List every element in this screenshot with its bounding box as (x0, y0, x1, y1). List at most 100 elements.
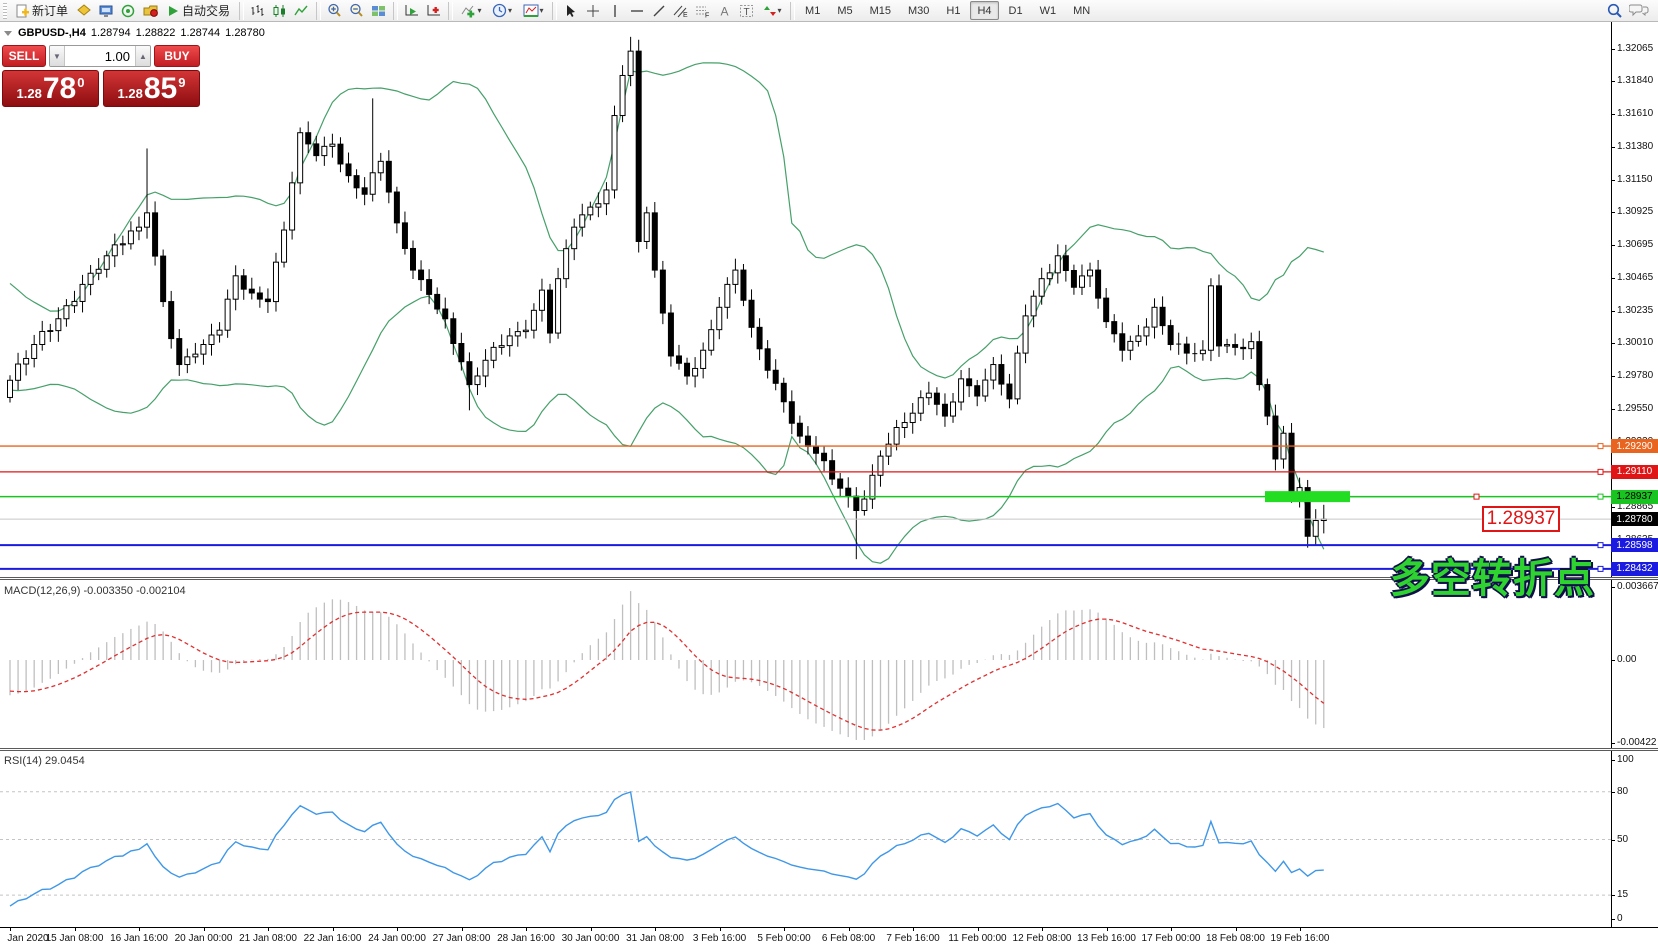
chart-canvas[interactable] (0, 22, 1658, 946)
text-label-tool-button[interactable]: T (736, 1, 757, 20)
chart-shift-button[interactable] (423, 1, 444, 20)
time-axis-label[interactable]: 16 Jan 16:00 (110, 933, 168, 944)
collapse-indicator-icon[interactable] (4, 31, 12, 36)
buy-button[interactable]: BUY (154, 45, 200, 67)
timeframe-button-mn[interactable]: MN (1066, 1, 1097, 20)
signals-button[interactable] (118, 1, 139, 20)
new-order-button[interactable]: 新订单 (10, 1, 73, 20)
time-axis-label[interactable]: 19 Feb 16:00 (1271, 933, 1330, 944)
timeframe-button-h1[interactable]: H1 (939, 1, 967, 20)
annotation-text[interactable]: 多空转折点 (1390, 546, 1595, 604)
time-axis-label[interactable]: 21 Jan 08:00 (239, 933, 297, 944)
time-axis-label[interactable]: 3 Feb 16:00 (693, 933, 746, 944)
vertical-line-tool-button[interactable] (604, 1, 625, 20)
ohlc-high: 1.28822 (136, 27, 176, 39)
price-tick (1611, 409, 1615, 410)
price-tick (1611, 49, 1615, 50)
rsi-panel-divider[interactable] (0, 748, 1658, 751)
price-line-label[interactable]: 1.28937 (1611, 490, 1658, 504)
terminal-button[interactable] (96, 1, 117, 20)
rsi-tick-label: 50 (1617, 834, 1628, 845)
time-axis-label[interactable]: Jan 2020 (7, 933, 48, 944)
price-tick-label: 1.30235 (1617, 305, 1653, 316)
timeframe-button-w1[interactable]: W1 (1033, 1, 1064, 20)
indicators-icon (461, 4, 477, 18)
macd-tick (1611, 587, 1615, 588)
chart-shift-icon (426, 4, 442, 18)
text-tool-icon: A (718, 4, 731, 18)
fibonacci-tool-button[interactable]: F (692, 1, 713, 20)
time-axis-label[interactable]: 13 Feb 16:00 (1077, 933, 1136, 944)
timeframe-button-m5[interactable]: M5 (830, 1, 859, 20)
sell-price-button[interactable]: 1.28 78 0 (2, 70, 99, 107)
volume-up-button[interactable]: ▲ (135, 46, 150, 66)
auto-scroll-button[interactable] (401, 1, 422, 20)
time-axis-label[interactable]: 5 Feb 00:00 (757, 933, 810, 944)
volume-down-button[interactable]: ▼ (50, 46, 65, 66)
auto-trading-button[interactable]: 自动交易 (162, 1, 235, 20)
search-icon[interactable] (1607, 3, 1623, 19)
time-axis-label[interactable]: 12 Feb 08:00 (1013, 933, 1072, 944)
tile-windows-button[interactable] (368, 1, 389, 20)
trendline-tool-button[interactable] (648, 1, 669, 20)
line-chart-button[interactable] (291, 1, 312, 20)
time-tick (720, 927, 721, 931)
timeframe-button-h4[interactable]: H4 (970, 1, 998, 20)
rsi-value: 29.0454 (45, 755, 85, 767)
templates-button[interactable]: ▾ (518, 1, 548, 20)
cursor-tool-button[interactable] (560, 1, 581, 20)
price-line-label[interactable]: 1.28598 (1611, 538, 1658, 552)
price-line-label[interactable]: 1.29290 (1611, 439, 1658, 453)
horizontal-line-icon (630, 4, 644, 18)
time-axis-label[interactable]: 20 Jan 00:00 (175, 933, 233, 944)
buy-price-button[interactable]: 1.28 85 9 (103, 70, 200, 107)
rsi-tick-label: 80 (1617, 786, 1628, 797)
price-tick-label: 1.31150 (1617, 174, 1652, 185)
time-axis-label[interactable]: 11 Feb 00:00 (948, 933, 1006, 944)
time-axis-label[interactable]: 28 Jan 16:00 (497, 933, 555, 944)
price-line-label[interactable]: 1.29110 (1611, 465, 1658, 479)
time-axis-label[interactable]: 7 Feb 16:00 (886, 933, 939, 944)
timeframe-button-m30[interactable]: M30 (901, 1, 936, 20)
crosshair-icon (586, 4, 600, 18)
time-axis-label[interactable]: 24 Jan 00:00 (368, 933, 426, 944)
zoom-in-button[interactable] (324, 1, 345, 20)
text-tool-button[interactable]: A (714, 1, 735, 20)
toolbar-grip[interactable] (3, 3, 7, 19)
time-axis-label[interactable]: 22 Jan 16:00 (304, 933, 362, 944)
time-axis-label[interactable]: 31 Jan 08:00 (626, 933, 684, 944)
arrows-tool-button[interactable]: ▾ (758, 1, 786, 20)
time-axis-label[interactable]: 30 Jan 00:00 (562, 933, 620, 944)
volume-input[interactable]: 1.00 (65, 46, 135, 66)
periods-button[interactable]: ▾ (487, 1, 517, 20)
horizontal-line-tool-button[interactable] (626, 1, 647, 20)
price-tick (1611, 245, 1615, 246)
dropdown-arrow-icon: ▾ (778, 6, 782, 15)
history-center-button[interactable] (140, 1, 161, 20)
profile-button[interactable] (74, 1, 95, 20)
timeframe-button-m1[interactable]: M1 (798, 1, 827, 20)
timeframe-button-m15[interactable]: M15 (863, 1, 898, 20)
price-line-label[interactable]: 1.28432 (1611, 562, 1658, 576)
time-tick (591, 927, 592, 931)
time-tick (10, 927, 11, 931)
time-axis-label[interactable]: 17 Feb 00:00 (1142, 933, 1201, 944)
indicators-button[interactable]: ▾ (456, 1, 486, 20)
candle-chart-button[interactable] (269, 1, 290, 20)
time-axis-label[interactable]: 6 Feb 08:00 (822, 933, 875, 944)
equidistant-channel-tool-button[interactable]: E (670, 1, 691, 20)
chat-icon[interactable] (1629, 3, 1649, 18)
text-label-icon: T (739, 4, 754, 18)
time-axis-label[interactable]: 27 Jan 08:00 (433, 933, 491, 944)
time-axis-label[interactable]: 15 Jan 08:00 (46, 933, 104, 944)
crosshair-tool-button[interactable] (582, 1, 603, 20)
line-anchor-handle (1598, 566, 1603, 571)
zoom-out-button[interactable] (346, 1, 367, 20)
price-callout-label[interactable]: 1.28937 (1482, 506, 1560, 532)
time-tick (526, 927, 527, 931)
sell-button[interactable]: SELL (2, 45, 46, 67)
timeframe-button-d1[interactable]: D1 (1002, 1, 1030, 20)
time-axis-label[interactable]: 18 Feb 08:00 (1206, 933, 1265, 944)
price-line-label[interactable]: 1.28780 (1611, 512, 1658, 526)
bar-chart-button[interactable] (247, 1, 268, 20)
